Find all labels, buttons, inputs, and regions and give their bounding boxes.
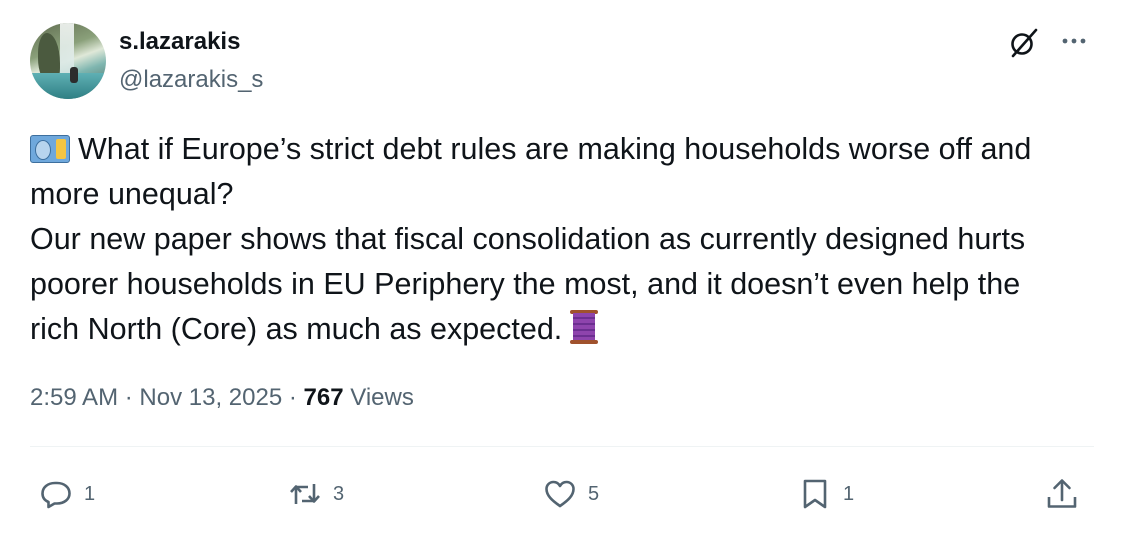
tweet-line-5: rich North (Core) as much as expected. bbox=[30, 307, 1094, 352]
avatar-pool bbox=[30, 73, 106, 99]
reply-icon bbox=[41, 481, 71, 509]
meta-separator: · bbox=[124, 384, 133, 411]
author-handle[interactable]: @lazarakis_s bbox=[119, 66, 263, 94]
bookmark-button[interactable]: 1 bbox=[797, 474, 854, 514]
tweet-line-1: What if Europe’s strict debt rules are m… bbox=[30, 127, 1094, 172]
reply-button[interactable]: 1 bbox=[38, 474, 95, 514]
more-icon[interactable] bbox=[1059, 26, 1089, 56]
divider bbox=[30, 446, 1094, 447]
like-button[interactable]: 5 bbox=[542, 474, 599, 514]
views-count: 767 bbox=[303, 384, 344, 411]
thread-spool-icon bbox=[570, 309, 600, 345]
share-button[interactable] bbox=[1044, 474, 1080, 514]
tweet-time[interactable]: 2:59 AM bbox=[30, 384, 118, 411]
tweet-line-1-text: What if Europe’s strict debt rules are m… bbox=[78, 132, 1032, 166]
meta-separator-2: · bbox=[288, 384, 297, 411]
author-display-name[interactable]: s.lazarakis bbox=[119, 28, 240, 56]
heart-icon bbox=[545, 480, 575, 508]
avatar[interactable] bbox=[30, 23, 106, 99]
tweet-line-2: more unequal? bbox=[30, 177, 234, 211]
tweet-line-3: Our new paper shows that fiscal consolid… bbox=[30, 222, 1026, 256]
tweet-text: What if Europe’s strict debt rules are m… bbox=[30, 127, 1094, 352]
avatar-person bbox=[70, 67, 78, 83]
bookmark-icon bbox=[803, 479, 827, 509]
like-count: 5 bbox=[588, 482, 600, 505]
grok-icon[interactable] bbox=[1007, 26, 1041, 60]
bookmark-count: 1 bbox=[843, 482, 855, 505]
tweet-meta: 2:59 AM · Nov 13, 2025 · 767 Views bbox=[30, 384, 414, 412]
repost-button[interactable]: 3 bbox=[287, 474, 344, 514]
views-label: Views bbox=[350, 384, 414, 411]
tweet-date[interactable]: Nov 13, 2025 bbox=[139, 384, 282, 411]
euro-banknote-icon bbox=[30, 135, 70, 163]
tweet-line-5-text: rich North (Core) as much as expected. bbox=[30, 312, 563, 346]
repost-count: 3 bbox=[333, 482, 345, 505]
share-icon bbox=[1047, 479, 1077, 508]
tweet-line-4: poorer households in EU Periphery the mo… bbox=[30, 267, 1021, 301]
reply-count: 1 bbox=[84, 482, 96, 505]
repost-icon bbox=[290, 484, 320, 504]
